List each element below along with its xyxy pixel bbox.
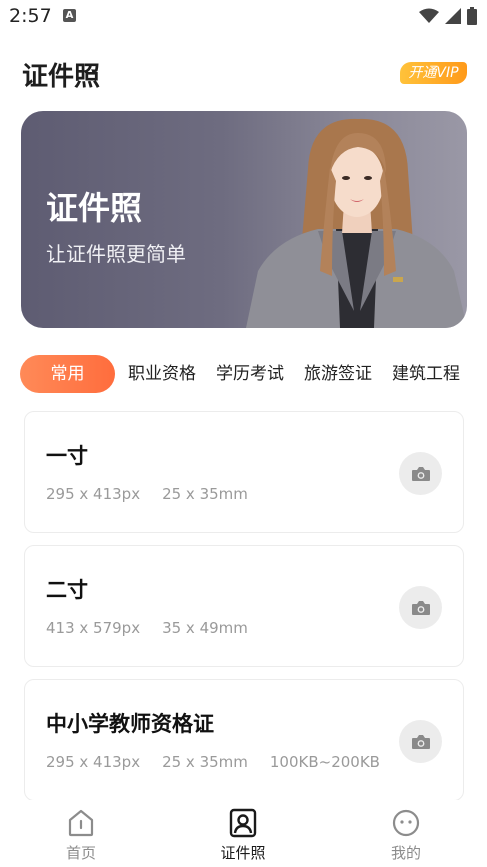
- nav-label: 我的: [390, 844, 421, 862]
- tab-professional-qualification[interactable]: 职业资格: [128, 355, 196, 393]
- id-photo-icon: [229, 808, 257, 838]
- file-size: 100KB~200KB: [269, 753, 380, 771]
- nav-label: 首页: [65, 844, 96, 862]
- nav-home[interactable]: 首页: [41, 808, 121, 863]
- card-title: 中小学教师资格证: [46, 712, 214, 736]
- tab-travel-visa[interactable]: 旅游签证: [304, 355, 372, 393]
- camera-button[interactable]: [399, 452, 442, 495]
- banner-title: 证件照: [46, 189, 143, 227]
- pixel-size: 413 x 579px: [46, 619, 141, 637]
- nav-id-photo[interactable]: 证件照: [203, 808, 283, 863]
- signal-icon: [445, 8, 461, 24]
- bottom-nav: 首页 证件照 我的: [0, 800, 487, 867]
- camera-button[interactable]: [399, 720, 442, 763]
- nav-label: 证件照: [220, 844, 266, 862]
- page-title: 证件照: [22, 62, 101, 92]
- pixel-size: 295 x 413px: [46, 485, 141, 503]
- battery-icon: [467, 7, 477, 25]
- card-title: 一寸: [46, 444, 88, 468]
- camera-icon: [411, 466, 430, 481]
- camera-icon: [411, 600, 430, 615]
- wifi-icon: [419, 8, 439, 23]
- photo-spec-card[interactable]: 中小学教师资格证 295 x 413px 25 x 35mm 100KB~200KB: [24, 679, 464, 801]
- camera-button[interactable]: [399, 586, 442, 629]
- status-icons: [419, 7, 477, 25]
- photo-spec-card[interactable]: 二寸 413 x 579px 35 x 49mm: [24, 545, 464, 667]
- card-specs: 413 x 579px 35 x 49mm: [46, 619, 270, 637]
- camera-icon: [411, 734, 430, 749]
- category-tabs: 常用 职业资格 学历考试 旅游签证 建筑工程: [20, 355, 487, 393]
- card-specs: 295 x 413px 25 x 35mm: [46, 485, 270, 503]
- nav-profile[interactable]: 我的: [366, 808, 446, 863]
- card-specs: 295 x 413px 25 x 35mm 100KB~200KB: [46, 753, 402, 771]
- profile-face-icon: [392, 809, 420, 837]
- tab-construction-engineering[interactable]: 建筑工程: [392, 355, 460, 393]
- status-time: 2:57: [9, 5, 52, 27]
- status-bar: 2:57 A: [0, 0, 487, 34]
- tab-education-exam[interactable]: 学历考试: [216, 355, 284, 393]
- home-icon: [68, 809, 94, 837]
- portrait-image: [246, 118, 467, 328]
- pixel-size: 295 x 413px: [46, 753, 141, 771]
- hero-banner[interactable]: 证件照 让证件照更简单: [21, 111, 467, 328]
- print-size: 35 x 49mm: [162, 619, 248, 637]
- notification-icon: A: [63, 9, 76, 22]
- vip-button[interactable]: 开通VIP: [400, 62, 467, 84]
- print-size: 25 x 35mm: [162, 485, 248, 503]
- tab-common[interactable]: 常用: [20, 355, 115, 393]
- print-size: 25 x 35mm: [162, 753, 248, 771]
- banner-subtitle: 让证件照更简单: [46, 242, 186, 266]
- card-title: 二寸: [46, 578, 88, 602]
- photo-spec-card[interactable]: 一寸 295 x 413px 25 x 35mm: [24, 411, 464, 533]
